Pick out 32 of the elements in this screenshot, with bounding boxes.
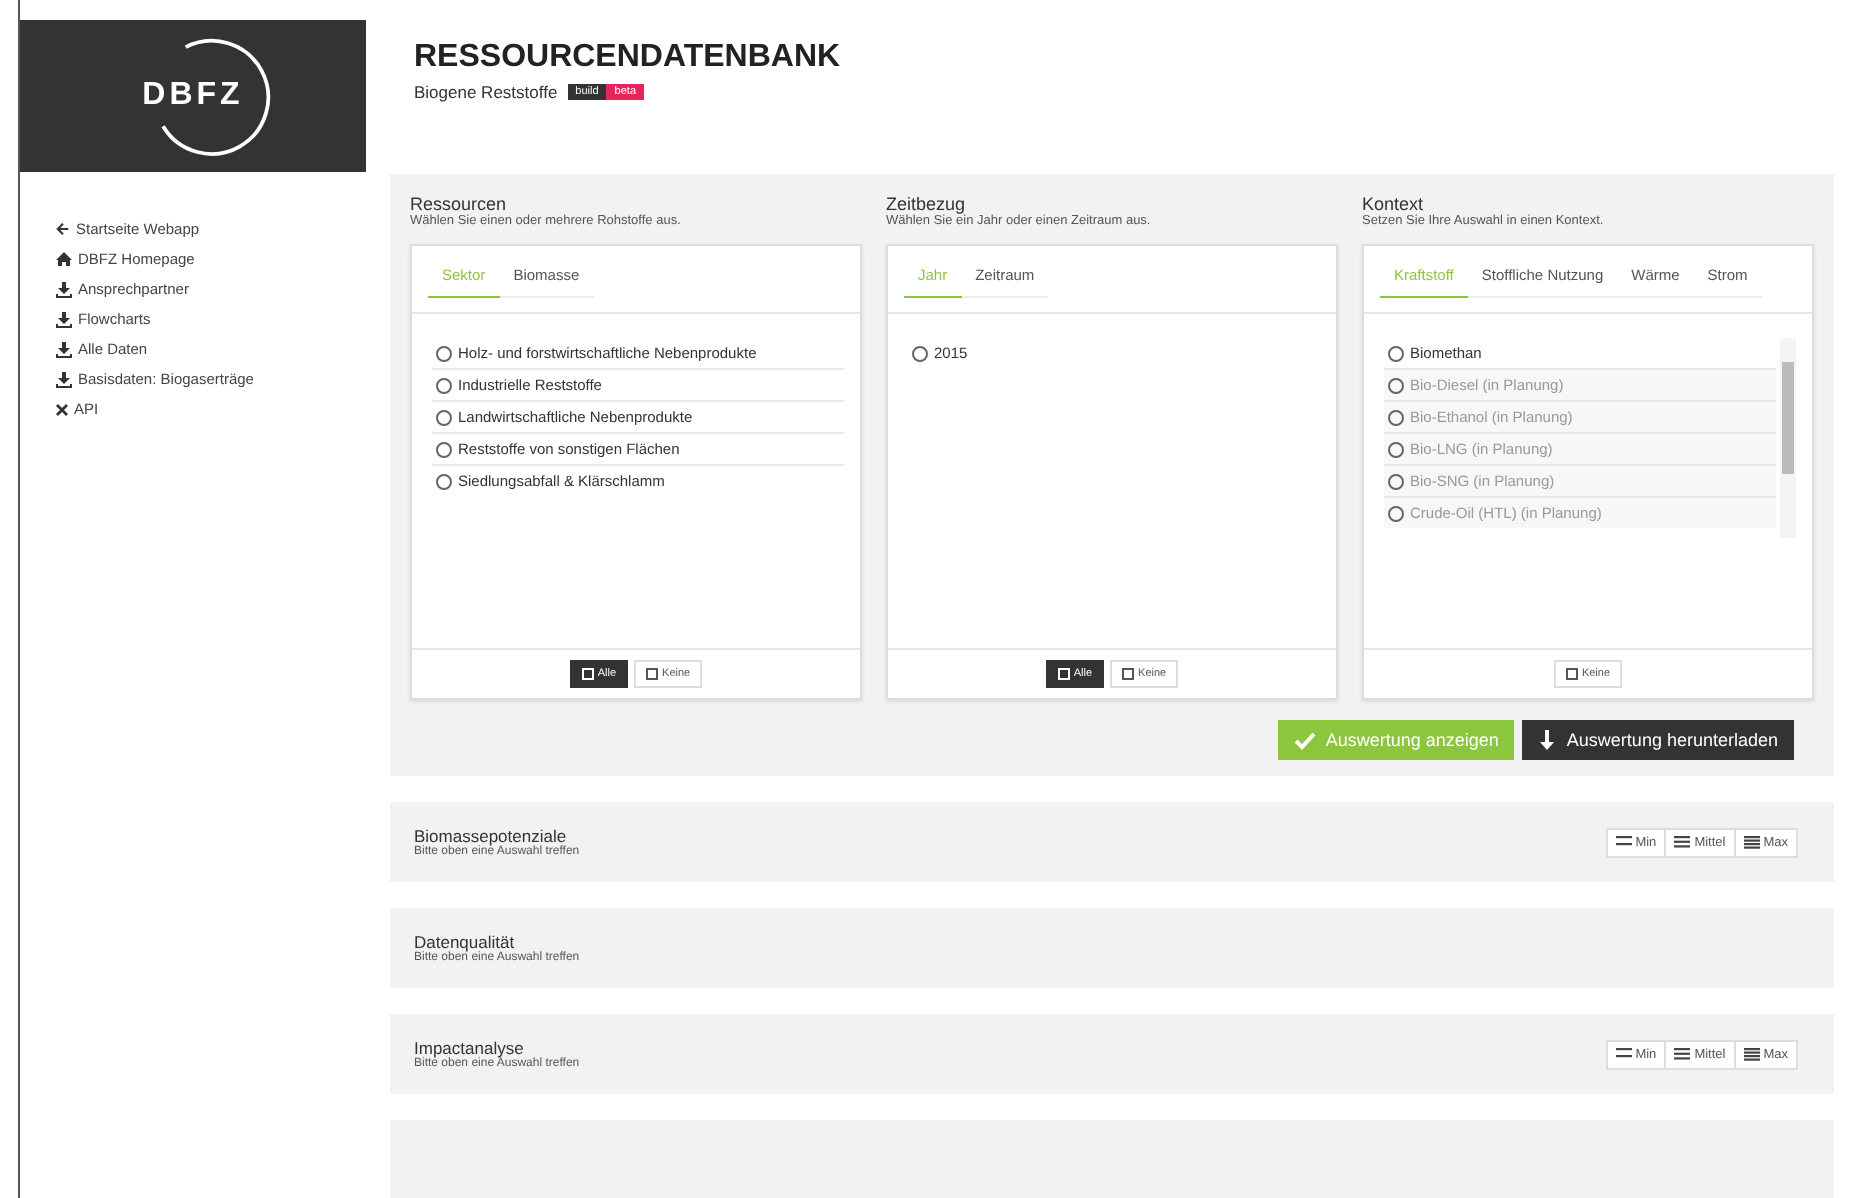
page-subtitle: Biogene Reststoffe <box>414 82 558 102</box>
checkbox-icon <box>581 668 594 680</box>
download-icon <box>56 281 72 297</box>
lines-icon <box>1615 835 1632 849</box>
cross-icon <box>56 403 68 415</box>
checkbox-icon <box>1122 668 1135 680</box>
section-title: Datenqualität <box>414 932 515 952</box>
panel-title: Kontext <box>1362 194 1426 214</box>
checkbox-icon <box>1057 668 1070 680</box>
check-icon <box>1293 731 1316 749</box>
download-arrow-icon <box>1538 730 1557 750</box>
section-title: Impactanalyse <box>414 1038 524 1058</box>
page-title: RESSOURCENDATENBANK <box>414 40 843 76</box>
lines-icon <box>1674 835 1691 849</box>
checkbox-icon <box>646 668 659 680</box>
home-icon <box>56 252 72 266</box>
lines-icon <box>1743 1047 1760 1061</box>
panel-title: Ressourcen <box>410 194 509 214</box>
download-icon <box>56 371 72 387</box>
scrollbar[interactable] <box>1780 338 1796 538</box>
checkbox-icon <box>1565 668 1578 680</box>
panel-title: Zeitbezug <box>886 194 968 214</box>
download-icon <box>56 311 72 327</box>
radio-icon <box>912 345 928 361</box>
arrow-left-icon <box>56 222 70 236</box>
section-title: Biomassepotenziale <box>414 826 567 846</box>
lines-icon <box>1615 1047 1632 1061</box>
download-icon <box>56 341 72 357</box>
download-results-button[interactable]: Auswertung herunterladen <box>1522 720 1794 760</box>
lines-icon <box>1674 1047 1691 1061</box>
logo-text: DBFZ <box>142 78 244 114</box>
lines-icon <box>1743 835 1760 849</box>
